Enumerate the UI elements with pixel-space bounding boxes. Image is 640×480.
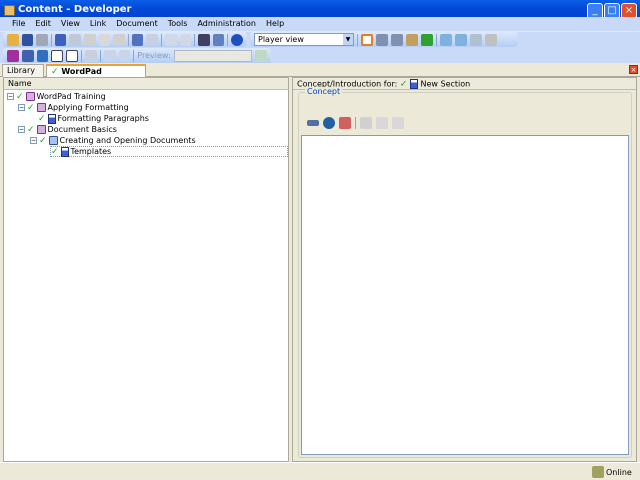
menu-help[interactable]: Help: [266, 17, 290, 31]
new-topic-icon[interactable]: [36, 49, 49, 62]
outline-toolbar: Preview:: [3, 48, 271, 63]
refresh-icon[interactable]: [421, 33, 433, 46]
view-icon[interactable]: [392, 117, 404, 129]
concept-item-name: New Section: [420, 79, 471, 89]
standard-toolbar: [3, 32, 247, 47]
document-tabs: Library ✓ WordPad Training × ×: [0, 63, 640, 86]
menu-file[interactable]: File: [12, 17, 31, 31]
new-section-icon[interactable]: [21, 49, 34, 62]
book-icon: [36, 125, 46, 134]
node-label: Formatting Paragraphs: [57, 114, 149, 123]
question-icon[interactable]: [66, 49, 78, 62]
properties-icon[interactable]: [113, 33, 125, 46]
find-icon[interactable]: [198, 33, 210, 46]
view-toolbar: Player view: [250, 32, 518, 47]
view-select-value: Player view: [258, 35, 304, 44]
publish-icon[interactable]: [406, 33, 418, 46]
menu-edit[interactable]: Edit: [35, 17, 57, 31]
topic-icon: [47, 113, 56, 124]
online-icon: [592, 466, 604, 478]
check-icon: ✓: [51, 67, 59, 77]
web-icon[interactable]: [323, 117, 335, 129]
tab-wordpad-training[interactable]: ✓ WordPad Training ×: [46, 64, 146, 86]
node-label: Creating and Opening Documents: [59, 136, 196, 145]
view-select[interactable]: Player view: [254, 33, 354, 46]
book-icon: [25, 92, 35, 101]
help-icon[interactable]: [231, 33, 243, 46]
status-text: Online: [606, 468, 632, 477]
open-icon[interactable]: [7, 33, 19, 46]
lock-icon[interactable]: [485, 33, 497, 46]
check-out-icon[interactable]: [455, 33, 467, 46]
import-icon[interactable]: [470, 33, 482, 46]
remove-link-icon[interactable]: [376, 117, 388, 129]
concept-pane: Concept/Introduction for: ✓ New Section …: [292, 77, 637, 462]
undo-icon[interactable]: [131, 33, 144, 46]
outdent-icon[interactable]: [179, 33, 192, 46]
name-column-header[interactable]: Name: [4, 78, 288, 90]
paste-icon[interactable]: [84, 33, 96, 46]
check-in-icon[interactable]: [440, 33, 452, 46]
status-bar: Online: [0, 462, 640, 480]
node-label: Applying Formatting: [47, 103, 129, 112]
menu-view[interactable]: View: [61, 17, 86, 31]
delete-icon[interactable]: [98, 33, 111, 46]
tab-library-label: Library: [7, 66, 35, 75]
node-label: Templates: [70, 147, 112, 156]
section-icon: [409, 79, 418, 89]
redo-icon[interactable]: [146, 33, 159, 46]
tree-node[interactable]: − ✓ WordPad Training: [7, 91, 106, 102]
node-label: WordPad Training: [36, 92, 106, 101]
split-vertical-icon[interactable]: [391, 33, 403, 46]
concept-group-label: Concept: [305, 87, 343, 96]
copy-icon[interactable]: [69, 33, 82, 46]
tree-node[interactable]: ✓ Formatting Paragraphs: [38, 113, 149, 124]
settings-icon[interactable]: [84, 49, 97, 62]
concept-toolbar: [307, 117, 404, 129]
tree-node-selected[interactable]: ✓ Templates: [50, 146, 288, 157]
link-icon[interactable]: [307, 120, 319, 126]
close-pane-icon[interactable]: ×: [629, 65, 638, 74]
node-label: Document Basics: [47, 125, 117, 134]
preview-select[interactable]: [173, 49, 253, 62]
save-icon[interactable]: [21, 33, 34, 46]
new-book-icon[interactable]: [7, 49, 19, 62]
topic-icon: [60, 146, 69, 157]
edit-icon[interactable]: [360, 117, 372, 129]
concept-header: Concept/Introduction for: ✓ New Section: [293, 78, 636, 90]
window-title: Content - Developer: [18, 4, 132, 15]
menu-tools[interactable]: Tools: [168, 17, 194, 31]
concept-content-area[interactable]: [301, 135, 629, 455]
app-icon: [4, 5, 15, 16]
move-down-icon[interactable]: [118, 49, 131, 62]
tree-node[interactable]: − ✓ Document Basics: [18, 124, 117, 135]
layout-icon[interactable]: [361, 33, 373, 46]
print-preview-icon[interactable]: [36, 33, 48, 46]
tab-library[interactable]: Library: [2, 64, 44, 77]
menu-document[interactable]: Document: [116, 17, 163, 31]
spellcheck-icon[interactable]: [212, 33, 225, 46]
cut-icon[interactable]: [54, 33, 67, 46]
tree-node[interactable]: − ✓ Creating and Opening Documents: [30, 135, 196, 146]
tree-node[interactable]: − ✓ Applying Formatting: [18, 102, 129, 113]
menu-bar: File Edit View Link Document Tools Admin…: [0, 17, 640, 31]
book-icon: [36, 103, 46, 112]
concept-group: Concept: [298, 87, 632, 458]
menu-administration[interactable]: Administration: [197, 17, 262, 31]
frame-icon[interactable]: [51, 49, 64, 62]
section-icon: [48, 136, 58, 145]
outline-pane: Name − ✓ WordPad Training − ✓ Applying Forma…: [3, 77, 289, 462]
preview-label: Preview:: [137, 51, 171, 60]
menu-link[interactable]: Link: [90, 17, 112, 31]
go-icon[interactable]: [255, 49, 268, 62]
indent-icon[interactable]: [165, 33, 177, 46]
move-up-icon[interactable]: [103, 49, 116, 62]
split-horizontal-icon[interactable]: [376, 33, 388, 46]
package-icon[interactable]: [339, 117, 351, 129]
